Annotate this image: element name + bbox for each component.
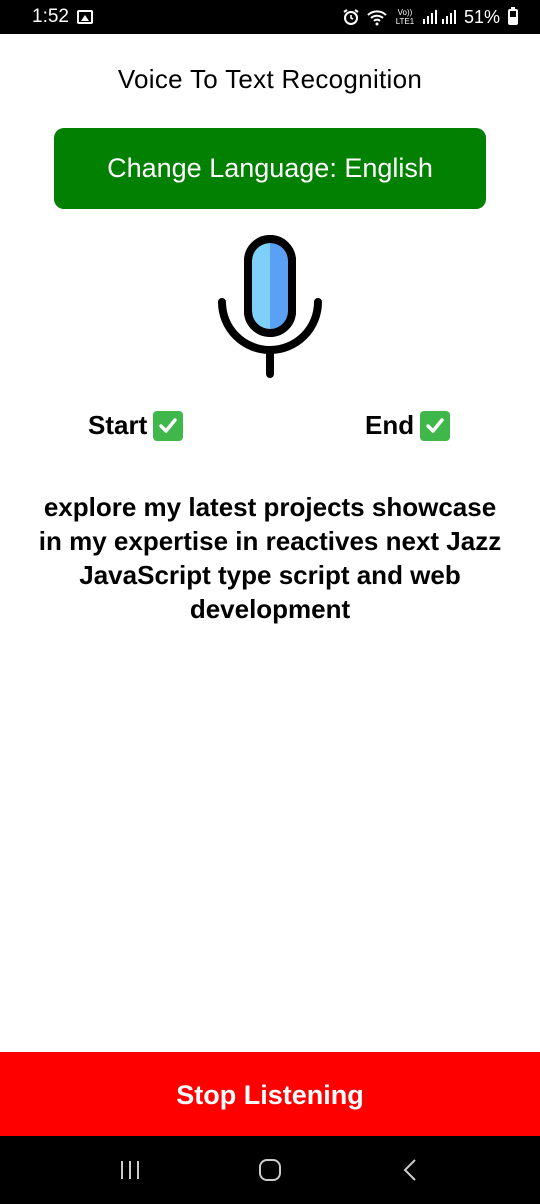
stop-listening-button[interactable]: Stop Listening: [0, 1052, 540, 1138]
end-indicator: End: [365, 410, 451, 441]
status-left: 1:52: [32, 6, 93, 28]
recents-button[interactable]: [100, 1145, 160, 1195]
signal-icon: [422, 9, 458, 25]
battery-icon: [508, 7, 518, 25]
check-icon: [420, 410, 451, 441]
page-title: Voice To Text Recognition: [117, 64, 423, 94]
home-icon: [259, 1159, 281, 1181]
recents-icon: [121, 1161, 139, 1179]
home-button[interactable]: [240, 1145, 300, 1195]
back-icon: [403, 1159, 416, 1181]
battery-percent: 51%: [463, 6, 500, 27]
start-indicator: Start: [88, 410, 184, 441]
status-time: 1:52: [32, 6, 69, 27]
transcript-text: explore my latest projects showcase in m…: [38, 492, 502, 624]
status-right: Vo)) LTE1 51%: [342, 7, 518, 28]
microphone-icon[interactable]: [216, 234, 324, 379]
network-type: Vo)) LTE1: [395, 8, 415, 26]
start-label: Start: [88, 410, 148, 440]
wifi-icon: [366, 8, 388, 26]
navigation-bar: [0, 1136, 540, 1204]
gallery-icon: [76, 10, 93, 24]
alarm-icon: [342, 8, 360, 26]
back-button[interactable]: [380, 1145, 440, 1195]
check-icon: [153, 410, 184, 441]
end-label: End: [365, 410, 415, 440]
status-bar: 1:52 Vo)) LTE1 51%: [0, 0, 540, 34]
change-language-button[interactable]: Change Language: English: [54, 128, 486, 209]
